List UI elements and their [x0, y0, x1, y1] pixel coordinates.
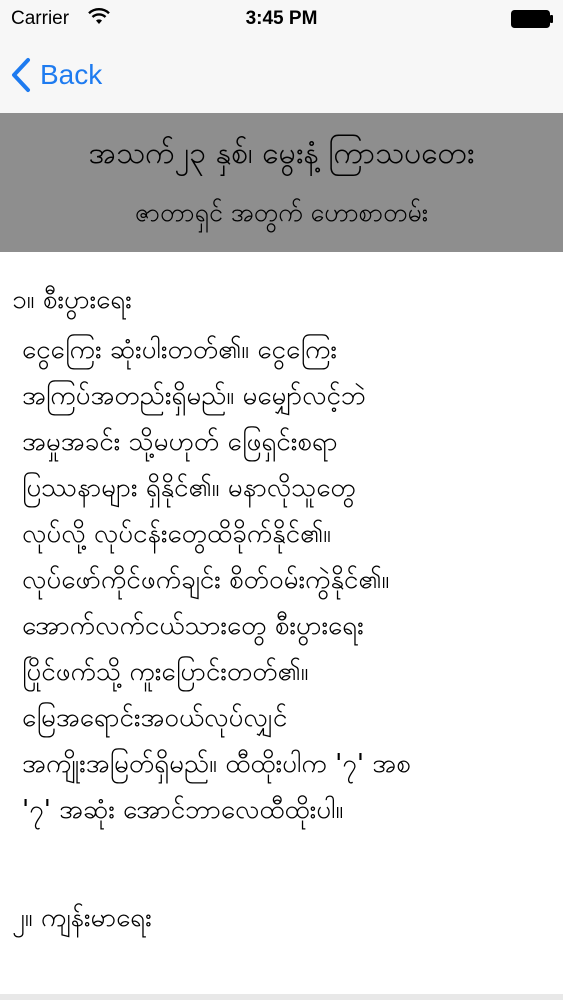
clock-time: 3:45 PM — [245, 8, 318, 29]
back-button[interactable]: Back — [10, 53, 102, 97]
battery-icon — [511, 10, 553, 28]
section-heading-business: ၁။ စီးပွားရေး — [12, 285, 132, 315]
content-line: ပြိုင်ဖက်သို့ ကူးပြောင်းတတ်၏။ — [22, 657, 309, 687]
back-label: Back — [40, 59, 103, 90]
status-bar: Carrier 3:45 PM — [0, 0, 563, 38]
reading-content: ၁။ စီးပွားရေး ငွေကြေး ဆုံးပါးတတ်၏။ ငွေကြ… — [0, 252, 563, 1000]
bottom-edge — [0, 994, 563, 1000]
header-subtitle: ဇာတာရှင် အတွက် ဟောစာတမ်း — [134, 198, 429, 227]
content-line: အမှုအခင်း သို့မဟုတ် ဖြေရှင်းစရာ — [22, 427, 338, 457]
content-line: အကြပ်အတည်းရှိမည်။ မမျှော်လင့်ဘဲ — [22, 381, 366, 411]
content-line: အောက်လက်ငယ်သားတွေ စီးပွားရေး — [22, 611, 364, 641]
section-heading-health: ၂။ ကျန်းမာရေး — [12, 903, 152, 933]
content-line: ငွေကြေး ဆုံးပါးတတ်၏။ ငွေကြေး — [22, 335, 337, 365]
content-line: အကျိုးအမြတ်ရှိမည်။ ထီထိုးပါက '၇' အစ — [22, 749, 411, 779]
navigation-bar: Back — [0, 38, 563, 113]
horoscope-header: အသက်၂၃ နှစ်၊ မွေးနံ့ ကြာသပတေး ဇာတာရှင် အ… — [0, 113, 563, 252]
header-title: အသက်၂၃ နှစ်၊ မွေးနံ့ ကြာသပတေး — [88, 136, 475, 171]
content-line: လုပ်ဖော်ကိုင်ဖက်ချင်း စိတ်ဝမ်းကွဲနိုင်၏။ — [22, 565, 390, 595]
content-line: လုပ်လို့ လုပ်ငန်းတွေထိခိုက်နိုင်၏။ — [22, 519, 332, 549]
chevron-left-icon — [12, 58, 30, 92]
content-line: ပြဿနာများ ရှိနိုင်၏။ မနာလိုသူတွေ — [22, 473, 356, 503]
content-line: မြေအရောင်းအဝယ်လုပ်လျှင် — [22, 703, 288, 733]
content-line: '၇' အဆုံး အောင်ဘာလေထီထိုးပါ။ — [22, 795, 344, 825]
